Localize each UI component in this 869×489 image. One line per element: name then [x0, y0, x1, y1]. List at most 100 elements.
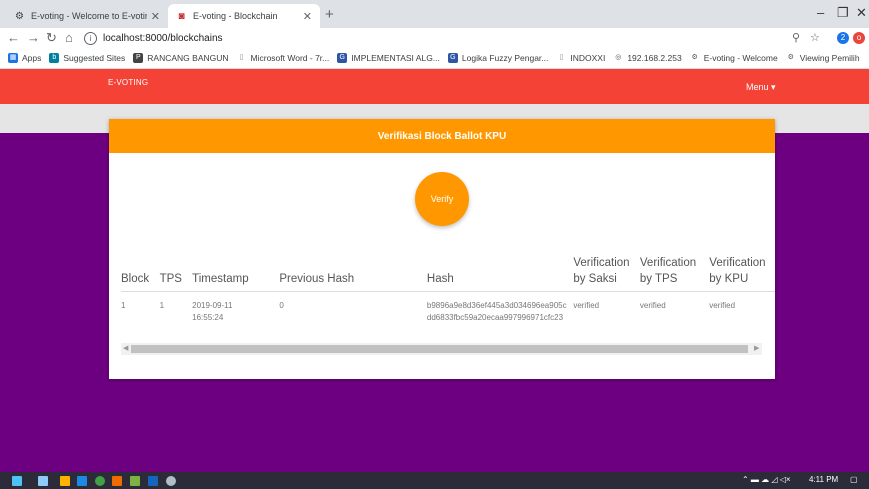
web-page: E-VOTING Menu ▾ Verifikasi Block Ballot … [0, 69, 869, 472]
page-icon: ▯ [559, 54, 564, 61]
bookmark-item[interactable]: P RANCANG BANGUN [133, 53, 229, 63]
cell-by-kpu: verified [709, 301, 736, 310]
tab-evoting-blockchain[interactable]: ◙ E-voting - Blockchain ✕ [168, 4, 320, 28]
ballot-icon: ◙ [178, 10, 185, 22]
scholar-icon: G [447, 53, 458, 63]
browser-tab-strip: ⚙ E-voting - Welcome to E-voting ✕ ◙ E-v… [0, 0, 869, 28]
start-icon[interactable] [12, 476, 22, 486]
bookmark-label: Microsoft Word - 7r... [250, 53, 330, 63]
new-tab-icon[interactable]: + [325, 6, 334, 23]
verify-button[interactable]: Verify [415, 172, 469, 226]
col-verification-kpu: Verification by KPU [709, 255, 775, 292]
cell-by-tps: verified [639, 301, 666, 310]
scrollbar-thumb[interactable] [131, 345, 748, 353]
minimize-icon[interactable]: – [817, 5, 824, 20]
tray-icons[interactable]: ⌃ ▬ ☁ ◿ ◁× [742, 475, 791, 484]
scroll-left-icon[interactable]: ◀ [123, 344, 128, 352]
windows-taskbar: ⌃ ▬ ☁ ◿ ◁× 4:11 PM ▢ [0, 472, 869, 489]
info-icon[interactable]: i [84, 31, 97, 45]
folder-icon[interactable] [60, 476, 70, 486]
gear-icon: ⚙ [15, 10, 24, 22]
close-icon[interactable]: ✕ [303, 10, 312, 23]
url-bar[interactable]: i localhost:8000/blockchains [84, 30, 774, 46]
address-bar-row: ← → ↻ ⌂ i localhost:8000/blockchains ⚲ ☆ [0, 28, 869, 48]
star-icon[interactable]: ☆ [810, 31, 820, 44]
col-tps: TPS [159, 255, 193, 292]
col-verification-tps: Verification by TPS [639, 255, 710, 292]
profile-avatar-icon[interactable]: 2 [837, 32, 849, 44]
tab-title: E-voting - Blockchain [193, 11, 278, 21]
col-timestamp: Timestamp [192, 255, 280, 292]
horizontal-scrollbar[interactable]: ◀ ▶ [121, 343, 762, 355]
cell-previous-hash: 0 [279, 301, 284, 310]
bookmark-label: IMPLEMENTASI ALG... [351, 53, 440, 63]
bookmark-label: 192.168.2.253 [627, 53, 682, 63]
bookmark-item[interactable]: ▯ Microsoft Word - 7r... [237, 53, 330, 63]
scholar-icon: G [337, 53, 348, 63]
back-arrow-icon[interactable]: ← [7, 30, 20, 45]
taskview-icon[interactable] [38, 476, 48, 486]
reload-icon[interactable]: ↻ [46, 30, 57, 46]
extension-icon[interactable]: o [853, 32, 865, 44]
bookmark-label: RANCANG BANGUN [147, 53, 229, 63]
gear-icon: ⚙ [691, 54, 698, 61]
cell-tps: 1 [159, 301, 165, 310]
notification-icon[interactable]: ▢ [850, 475, 858, 484]
card-title: Verifikasi Block Ballot KPU [109, 119, 775, 153]
bookmark-item[interactable]: G IMPLEMENTASI ALG... [337, 53, 440, 63]
bookmark-item[interactable]: ◎ 192.168.2.253 [613, 53, 681, 63]
bookmark-label: Apps [22, 53, 42, 63]
maximize-icon[interactable]: ❐ [837, 5, 849, 21]
bookmark-item[interactable]: ⚙ E-voting - Welcome [690, 53, 778, 63]
bookmark-item[interactable]: G Logika Fuzzy Pengar... [447, 53, 549, 63]
pnp-icon: P [133, 53, 144, 63]
url-text[interactable]: localhost:8000/blockchains [103, 33, 223, 44]
window-close-icon[interactable]: ✕ [856, 5, 867, 21]
forward-arrow-icon[interactable]: → [27, 30, 40, 45]
site-navbar: E-VOTING Menu ▾ [0, 69, 869, 104]
app-icon[interactable] [130, 476, 140, 486]
bookmark-label: E-voting - Welcome [703, 53, 778, 63]
chrome-icon[interactable] [95, 476, 105, 486]
home-icon[interactable]: ⌂ [65, 30, 73, 45]
clock[interactable]: 4:11 PM [809, 475, 838, 484]
bookmark-label: INDOXXI [570, 53, 606, 63]
col-hash: Hash [426, 255, 574, 292]
menu-dropdown[interactable]: Menu ▾ [746, 82, 776, 93]
blockchain-table-container: Block TPS Timestamp Previous Hash Hash V… [121, 255, 775, 335]
tab-title: E-voting - Welcome to E-voting [31, 11, 147, 21]
bookmark-item[interactable]: ▯ INDOXXI [556, 53, 605, 63]
col-block: Block [121, 255, 160, 292]
bookmark-item[interactable]: b Suggested Sites [49, 53, 125, 63]
globe-icon: ◎ [615, 54, 622, 61]
table-row: 1 1 2019-09-11 16:55:24 0 b9896a9e8d36ef… [121, 292, 775, 325]
blockchain-table: Block TPS Timestamp Previous Hash Hash V… [121, 255, 775, 324]
bing-icon: b [49, 53, 60, 63]
col-verification-saksi: Verification by Saksi [573, 255, 640, 292]
app-icon[interactable] [166, 476, 176, 486]
vscode-icon[interactable] [77, 476, 87, 486]
bookmark-label: Viewing Pemilih [799, 53, 860, 63]
bookmarks-bar: ▦ Apps b Suggested Sites P RANCANG BANGUN ▯ Mic… [0, 48, 869, 69]
verification-card: Verifikasi Block Ballot KPU Verify Block… [109, 119, 775, 379]
apps-grid-icon: ▦ [8, 53, 18, 63]
app-icon[interactable] [112, 476, 122, 486]
bookmark-item[interactable]: ▦ Apps [8, 53, 41, 63]
cell-hash: b9896a9e8d36ef445a3d034696ea905cdd6833fb… [426, 301, 567, 322]
bookmark-label: Logika Fuzzy Pengar... [461, 53, 549, 63]
table-header-row: Block TPS Timestamp Previous Hash Hash V… [121, 255, 775, 292]
cell-by-saksi: verified [573, 301, 600, 310]
brand-logo[interactable]: E-VOTING [108, 78, 148, 87]
close-icon[interactable]: ✕ [151, 10, 160, 23]
word-icon[interactable] [148, 476, 158, 486]
scroll-right-icon[interactable]: ▶ [754, 344, 759, 352]
tab-evoting-welcome[interactable]: ⚙ E-voting - Welcome to E-voting ✕ [6, 4, 168, 28]
cell-timestamp: 2019-09-11 16:55:24 [192, 301, 233, 322]
bookmark-item[interactable]: ⚙ Viewing Pemilih [786, 53, 860, 63]
bookmark-label: Suggested Sites [63, 53, 126, 63]
cell-block: 1 [121, 301, 126, 310]
zoom-icon[interactable]: ⚲ [792, 31, 800, 44]
page-icon: ▯ [239, 54, 244, 61]
col-previous-hash: Previous Hash [279, 255, 427, 292]
gear-icon: ⚙ [787, 54, 794, 61]
